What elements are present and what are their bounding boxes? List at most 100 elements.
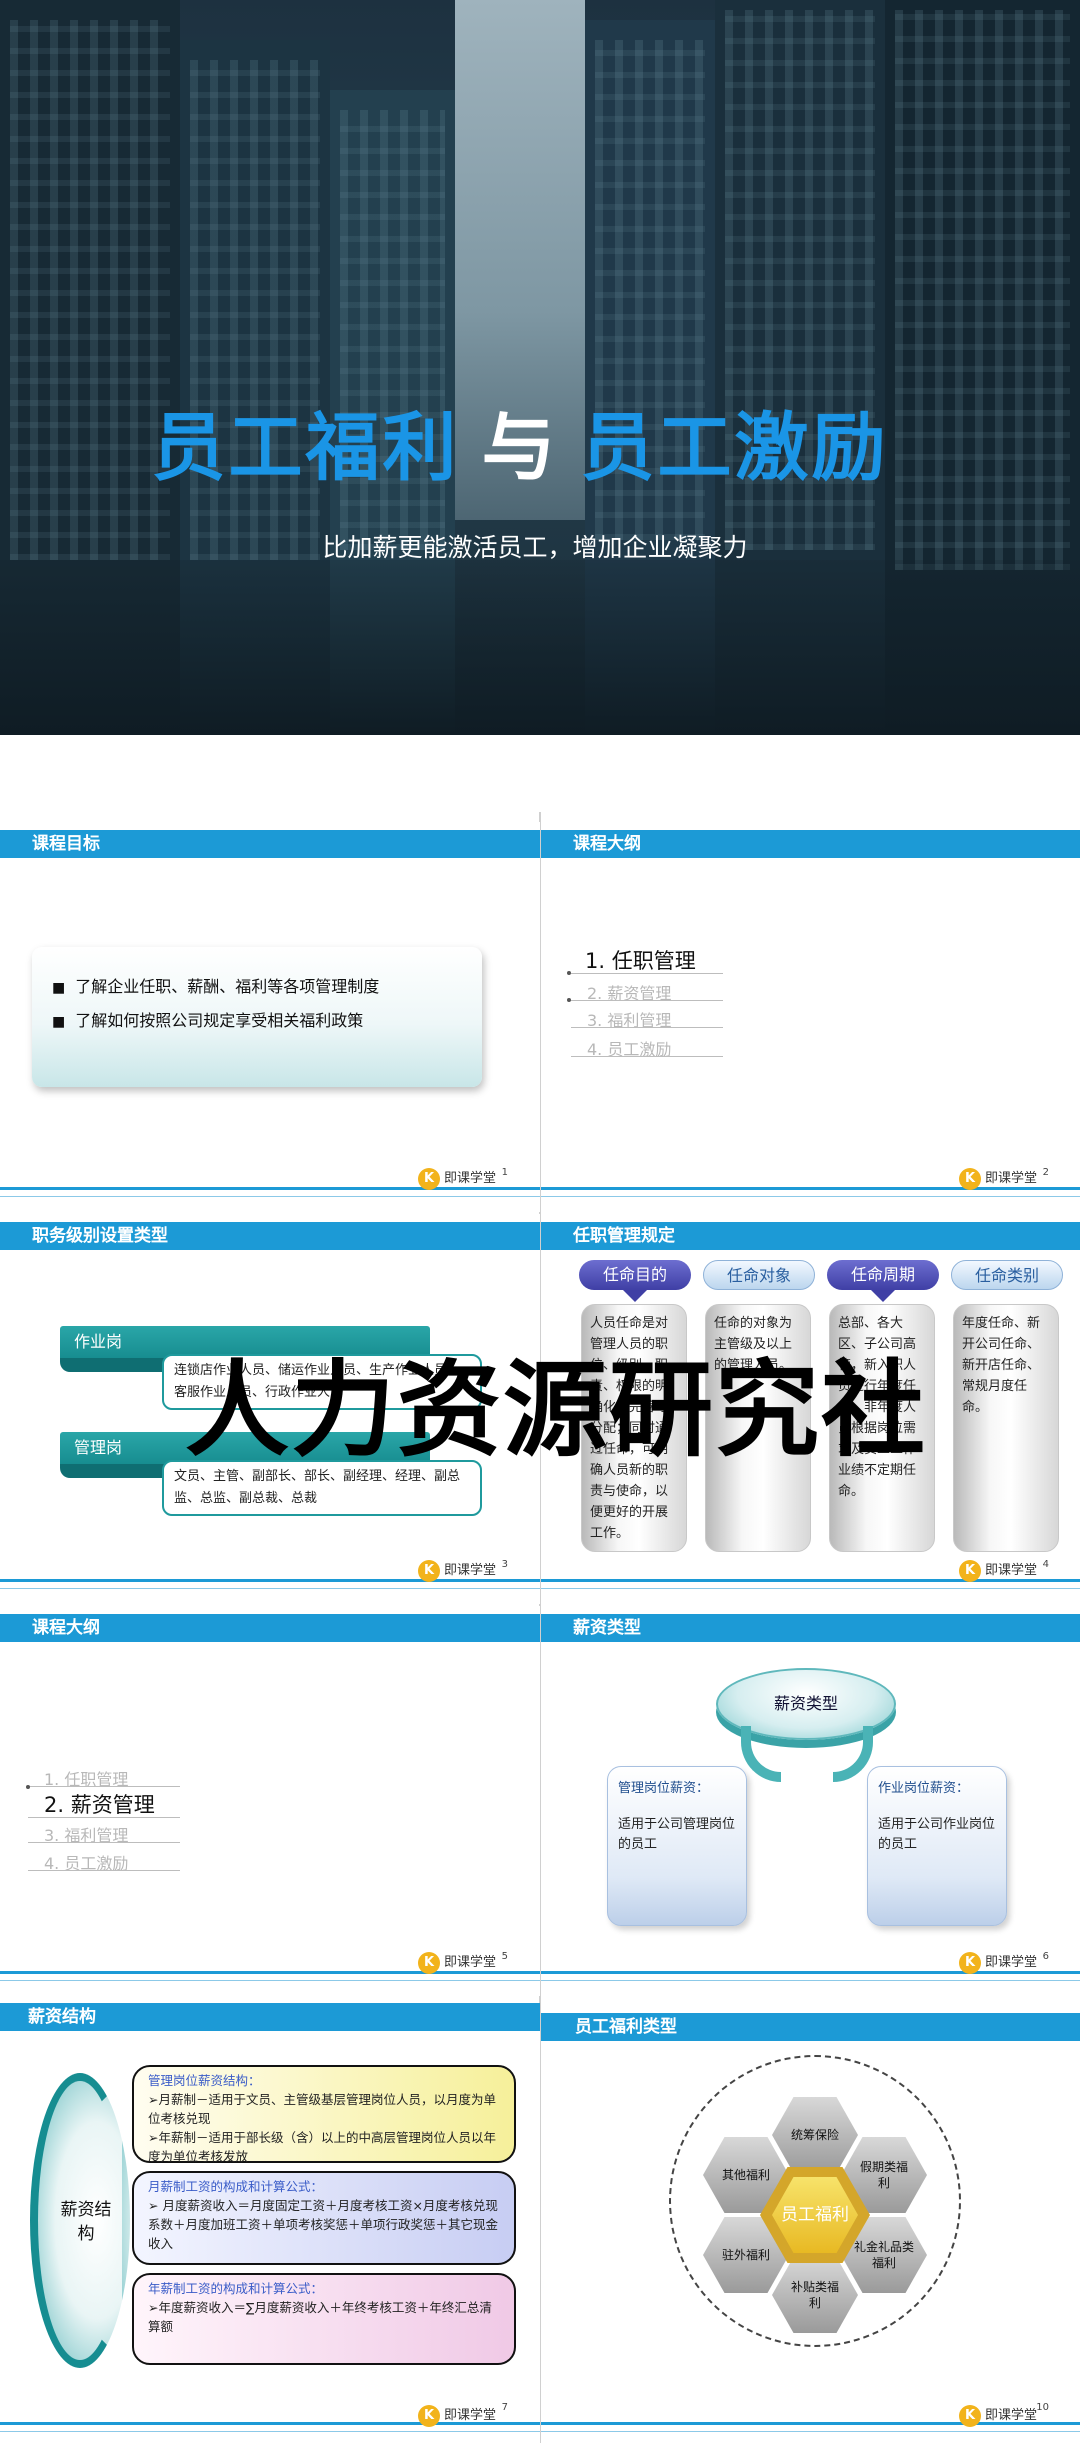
pill-target: 任命对象 (703, 1260, 815, 1290)
outline-underline (571, 1027, 723, 1028)
logo-mark-icon: K (958, 1168, 981, 1190)
structure-box-annual: 年薪制工资的构成和计算公式： ➢年度薪资收入＝∑月度薪资收入＋年终考核工资＋年终… (132, 2273, 516, 2365)
card-heading: 作业岗位薪资： (878, 1781, 970, 1796)
footer-line (541, 2431, 1080, 2432)
logo-mark-icon: K (417, 2405, 440, 2427)
slide-title: 任职管理规定 (573, 1226, 675, 1246)
logo-text: 即课学堂 (443, 1563, 496, 1578)
cover-title: 员工福利与员工激励 (0, 388, 1040, 495)
slide-salary-structure: 薪资结构 薪资结构 管理岗位薪资结构： ➢月薪制－适用于文员、主管级基层管理岗位… (0, 2003, 540, 2443)
outline-item-active: 1. 任职管理 (585, 949, 696, 973)
box-line: ➢月薪制－适用于文员、主管级基层管理岗位人员，以月度为单位考核兑现 (148, 2092, 496, 2126)
outline-underline (28, 1842, 180, 1843)
street (0, 560, 1080, 735)
page-number: 5 (501, 1951, 508, 1962)
page-number: 3 (501, 1559, 508, 1570)
outline-underline (28, 1817, 180, 1818)
logo-text: 即课学堂 (443, 1171, 496, 1186)
page-number: 2 (1042, 1167, 1049, 1178)
logo-text: 即课学堂 (443, 1955, 496, 1970)
goal-item: 了解企业任职、薪酬、福利等各项管理制度 (52, 973, 379, 997)
logo-mark-icon: K (417, 1952, 440, 1974)
page-number: 1 (501, 1167, 508, 1178)
structure-label: 薪资结构 (60, 2200, 112, 2244)
box-line: ➢年薪制－适用于部长级（含）以上的中高层管理岗位人员以年度为单位考核发放 (148, 2130, 496, 2164)
brand-logo: K 即课学堂 (958, 1168, 1037, 1190)
cover-title-part1: 员工福利 (151, 405, 460, 491)
logo-mark-icon: K (958, 2405, 981, 2427)
pill-purpose: 任命目的 (579, 1260, 691, 1290)
brand-logo: K 即课学堂 (417, 2405, 496, 2427)
slide-title: 薪资结构 (28, 2007, 96, 2027)
box-line: ➢年度薪资收入＝∑月度薪资收入＋年终考核工资＋年终汇总清算额 (148, 2300, 492, 2334)
curved-arrow-left-icon (741, 1726, 781, 1782)
page-number: 4 (1042, 1559, 1049, 1570)
structure-box-monthly: 月薪制工资的构成和计算公式： ➢ 月度薪资收入＝月度固定工资＋月度考核工资×月度… (132, 2171, 516, 2265)
goals-box: 了解企业任职、薪酬、福利等各项管理制度 了解如何按照公司规定享受相关福利政策 (32, 947, 482, 1087)
pill-cycle: 任命周期 (827, 1260, 939, 1290)
slide-title: 课程目标 (32, 834, 100, 854)
footer-line (0, 2431, 540, 2432)
cover-slide: 员工福利与员工激励 比加薪更能激活员工，增加企业凝聚力 (0, 0, 1080, 735)
outline-item-active: 2. 薪资管理 (44, 1793, 155, 1817)
box-line: ➢ 月度薪资收入＝月度固定工资＋月度考核工资×月度考核兑现系数＋月度加班工资＋单… (148, 2198, 499, 2251)
pill-category: 任命类别 (951, 1260, 1063, 1290)
pill-pointer (623, 1290, 647, 1302)
footer-line (0, 1196, 540, 1197)
card-body: 适用于公司管理岗位的员工 (618, 1817, 736, 1852)
slide-welfare-types: 员工福利类型 统筹保险 假期类福利 礼金礼品类福利 补贴类福利 驻外福利 其他福… (541, 2003, 1080, 2443)
card-heading: 管理岗位薪资： (618, 1781, 710, 1796)
curved-arrow-right-icon (833, 1726, 873, 1782)
outline-underline (571, 1000, 723, 1001)
logo-text: 即课学堂 (443, 2408, 496, 2423)
slide-outline-1: 课程大纲 1. 任职管理 2. 薪资管理 3. 福利管理 4. 员工激励 K 即课… (541, 822, 1080, 1212)
slide-outline-2: 课程大纲 1. 任职管理 2. 薪资管理 3. 福利管理 4. 员工激励 K 即课… (0, 1606, 540, 1996)
card-management-salary: 管理岗位薪资： 适用于公司管理岗位的员工 (607, 1766, 747, 1926)
outline-underline (571, 973, 723, 974)
logo-text: 即课学堂 (984, 1955, 1037, 1970)
cover-title-joiner: 与 (481, 405, 559, 491)
footer-line (541, 1980, 1080, 1981)
slide-title: 课程大纲 (573, 834, 641, 854)
box-heading: 年薪制工资的构成和计算公式： (148, 2281, 324, 2296)
page-number: 10 (1036, 2402, 1049, 2413)
slide-salary-types: 薪资类型 薪资类型 管理岗位薪资： 适用于公司管理岗位的员工 作业岗位薪资： 适… (541, 1606, 1080, 1996)
brand-logo: K 即课学堂 (958, 2405, 1037, 2427)
cover-subtitle: 比加薪更能激活员工，增加企业凝聚力 (322, 533, 748, 562)
card-operations-salary: 作业岗位薪资： 适用于公司作业岗位的员工 (867, 1766, 1007, 1926)
goal-item: 了解如何按照公司规定享受相关福利政策 (52, 1007, 363, 1031)
outline-underline (571, 1056, 723, 1057)
brand-logo: K 即课学堂 (417, 1952, 496, 1974)
watermark-text: 人力资源研究社 (185, 1348, 928, 1471)
outline-underline (28, 1786, 180, 1787)
page-number: 6 (1042, 1951, 1049, 1962)
cover-title-part2: 员工激励 (580, 405, 889, 491)
footer-line (541, 1588, 1080, 1589)
brand-logo: K 即课学堂 (417, 1560, 496, 1582)
slide-title: 薪资类型 (573, 1618, 641, 1638)
box-heading: 管理岗位薪资结构： (148, 2073, 261, 2088)
footer-line (541, 1196, 1080, 1197)
box-heading: 月薪制工资的构成和计算公式： (148, 2179, 324, 2194)
slide-title: 课程大纲 (32, 1618, 100, 1638)
page-number: 7 (501, 2402, 508, 2413)
logo-mark-icon: K (417, 1560, 440, 1582)
logo-mark-icon: K (958, 1952, 981, 1974)
logo-text: 即课学堂 (984, 2408, 1037, 2423)
brand-logo: K 即课学堂 (958, 1952, 1037, 1974)
outline-bullet-icon (26, 1785, 30, 1789)
logo-text: 即课学堂 (984, 1563, 1037, 1578)
brand-logo: K 即课学堂 (417, 1168, 496, 1190)
slide-title: 职务级别设置类型 (32, 1226, 168, 1246)
pill-pointer (871, 1290, 895, 1302)
logo-text: 即课学堂 (984, 1171, 1037, 1186)
footer-line (0, 1588, 540, 1589)
card-body: 适用于公司作业岗位的员工 (878, 1817, 996, 1852)
logo-mark-icon: K (958, 1560, 981, 1582)
structure-box-management: 管理岗位薪资结构： ➢月薪制－适用于文员、主管级基层管理岗位人员，以月度为单位考… (132, 2065, 516, 2164)
slide-course-goals: 课程目标 了解企业任职、薪酬、福利等各项管理制度 了解如何按照公司规定享受相关福… (0, 822, 540, 1212)
outline-underline (28, 1870, 180, 1871)
brand-logo: K 即课学堂 (958, 1560, 1037, 1582)
slide-title: 员工福利类型 (575, 2017, 677, 2037)
column-category: 年度任命、新开公司任命、新开店任命、常规月度任命。 (953, 1304, 1059, 1552)
